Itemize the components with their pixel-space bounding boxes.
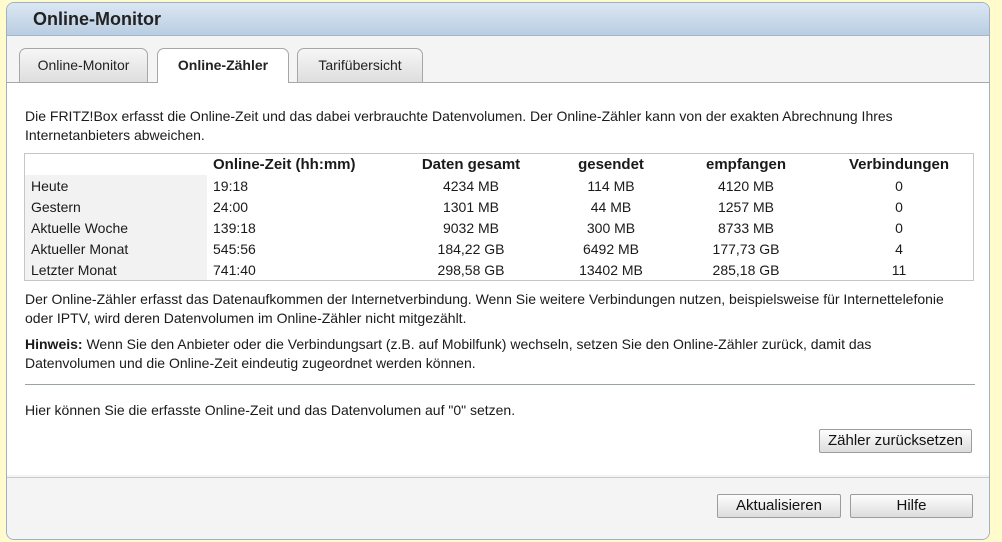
column-header: Daten gesamt [387,153,555,175]
refresh-button[interactable]: Aktualisieren [717,494,841,518]
tab-online-zaehler[interactable]: Online-Zähler [157,48,289,83]
table-row: Aktuelle Woche 139:18 9032 MB 300 MB 873… [24,217,974,238]
divider [25,384,975,385]
table-row: Letzter Monat 741:40 298,58 GB 13402 MB … [24,259,974,281]
received-data-cell: 4120 MB [717,177,775,194]
table-row: Gestern 24:00 1301 MB 44 MB 1257 MB 0 [24,196,974,217]
table-header-row: Online-Zeit (hh:mm) Daten gesamt gesende… [24,153,974,175]
received-data-cell: 1257 MB [717,198,775,215]
total-data-cell: 9032 MB [442,219,500,236]
table-row: Heute 19:18 4234 MB 114 MB 4120 MB 0 [24,175,974,196]
connections-cell: 0 [895,177,903,194]
hint-label: Hinweis: [25,336,83,352]
online-monitor-panel: Online-Monitor Online-Monitor Online-Zäh… [6,2,990,540]
help-button[interactable]: Hilfe [850,494,973,518]
row-label: Aktuelle Woche [24,217,207,238]
sent-data-cell: 6492 MB [582,240,640,257]
content-area: Die FRITZ!Box erfasst die Online-Zeit un… [7,83,989,475]
online-time-cell: 19:18 [213,177,249,194]
tab-online-monitor[interactable]: Online-Monitor [19,48,148,82]
note-text: Der Online-Zähler erfasst das Datenaufko… [25,291,944,326]
online-time-cell: 24:00 [213,198,249,215]
sent-data-cell: 44 MB [590,198,632,215]
column-header: Online-Zeit (hh:mm) [207,153,387,175]
received-data-cell: 285,18 GB [712,261,780,278]
sent-data-cell: 300 MB [586,219,636,236]
hint-paragraph: Hinweis: Wenn Sie den Anbieter oder die … [25,335,965,373]
table-row: Aktueller Monat 545:56 184,22 GB 6492 MB… [24,238,974,259]
online-time-cell: 139:18 [213,219,256,236]
row-label: Letzter Monat [24,259,207,281]
sent-data-cell: 114 MB [587,177,635,194]
online-counter-table: Online-Zeit (hh:mm) Daten gesamt gesende… [24,153,974,281]
row-label: Heute [24,175,207,196]
tab-tarifuebersicht[interactable]: Tarifübersicht [297,48,423,82]
online-time-cell: 741:40 [213,261,256,278]
column-header: empfangen [667,153,825,175]
reset-description: Hier können Sie die erfasste Online-Zeit… [25,402,516,418]
total-data-cell: 298,58 GB [437,261,505,278]
total-data-cell: 184,22 GB [437,240,505,257]
hint-text: Wenn Sie den Anbieter oder die Verbindun… [25,336,872,371]
page-title: Online-Monitor [7,3,989,36]
connections-cell: 0 [895,198,903,215]
sent-data-cell: 13402 MB [579,261,643,278]
tab-bar: Online-Monitor Online-Zähler Tarifübersi… [7,36,989,83]
footer-bar: Aktualisieren Hilfe [7,477,989,539]
column-header: Verbindungen [825,153,974,175]
row-label: Aktueller Monat [24,238,207,259]
online-time-cell: 545:56 [213,240,256,257]
reset-counter-button[interactable]: Zähler zurücksetzen [819,429,972,453]
total-data-cell: 1301 MB [442,198,500,215]
column-header: gesendet [555,153,667,175]
intro-text: Die FRITZ!Box erfasst die Online-Zeit un… [25,108,893,143]
total-data-cell: 4234 MB [442,177,500,194]
connections-cell: 0 [895,219,903,236]
received-data-cell: 177,73 GB [712,240,780,257]
connections-cell: 4 [895,240,903,257]
row-label: Gestern [24,196,207,217]
column-header [24,153,207,175]
connections-cell: 11 [891,261,907,278]
received-data-cell: 8733 MB [717,219,775,236]
